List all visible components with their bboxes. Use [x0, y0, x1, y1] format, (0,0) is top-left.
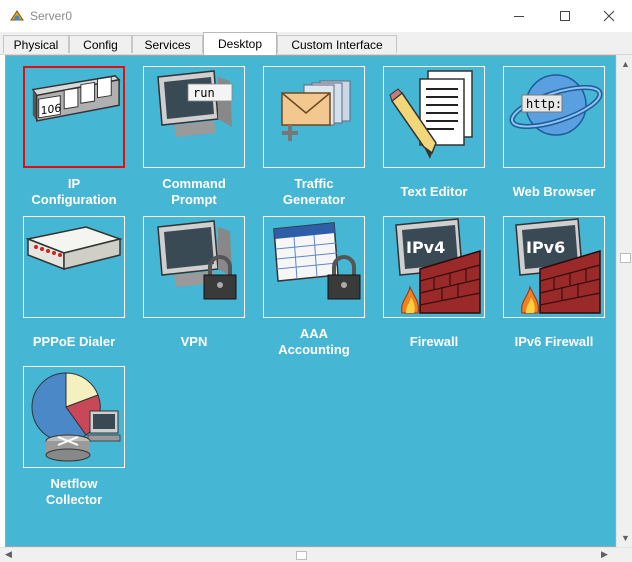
app-web-browser[interactable]: http: Web Browser — [486, 56, 606, 206]
ipv6-firewall-version-text: IPv6 — [526, 238, 565, 257]
minimize-icon — [514, 16, 524, 17]
pppoe-dialer-icon — [25, 226, 123, 271]
app-label: Text Editor — [400, 184, 468, 199]
window-title: Server0 — [30, 9, 73, 23]
app-label: Traffic Generator — [282, 176, 346, 207]
tab-label: Desktop — [217, 37, 263, 51]
app-icon-frame[interactable] — [263, 216, 365, 318]
app-icon-frame[interactable]: run — [143, 66, 245, 168]
horizontal-scroll-thumb[interactable] — [296, 551, 307, 560]
tab-label: Custom Interface — [291, 37, 383, 52]
web-browser-text: http: — [526, 97, 562, 111]
close-icon — [603, 10, 615, 22]
packet-tracer-icon — [10, 10, 24, 21]
app-icon-frame[interactable] — [23, 366, 125, 468]
app-aaa-accounting[interactable]: AAA Accounting — [246, 206, 366, 357]
tab-label: Config — [83, 37, 118, 52]
minimize-button[interactable] — [496, 0, 542, 32]
app-label: VPN — [180, 334, 208, 349]
ip-configuration-icon: 106 — [31, 75, 121, 122]
tab-desktop[interactable]: Desktop — [203, 32, 277, 55]
app-icon-frame[interactable] — [23, 216, 125, 318]
app-netflow-collector[interactable]: Netflow Collector — [6, 356, 126, 507]
app-icon-frame[interactable]: http: — [503, 66, 605, 168]
app-pppoe-dialer[interactable]: PPPoE Dialer — [6, 206, 126, 356]
app-label: AAA Accounting — [278, 326, 350, 357]
app-vpn[interactable]: VPN — [126, 206, 246, 356]
tab-label: Services — [144, 37, 191, 52]
app-firewall[interactable]: IPv4 Firewall — [366, 206, 486, 356]
app-ipv6-firewall[interactable]: IPv6 IPv6 Firewall — [486, 206, 606, 356]
aaa-accounting-icon — [273, 222, 361, 300]
title-bar: Server0 — [0, 0, 632, 32]
app-label: Command Prompt — [162, 176, 226, 207]
app-label: Netflow Collector — [45, 476, 103, 507]
app-icon-frame[interactable]: IPv6 — [503, 216, 605, 318]
web-browser-icon: http: — [509, 74, 603, 136]
desktop-panel: 106 IP Configuration run Command Prompt — [5, 55, 616, 547]
app-label: PPPoE Dialer — [32, 334, 116, 349]
vertical-scroll-thumb[interactable] — [620, 253, 631, 263]
text-editor-icon — [389, 70, 473, 159]
scroll-down-icon[interactable]: ▼ — [621, 533, 630, 543]
app-ip-configuration[interactable]: 106 IP Configuration — [6, 56, 126, 207]
maximize-button[interactable] — [542, 0, 588, 32]
app-label: IPv6 Firewall — [514, 334, 594, 349]
tab-physical[interactable]: Physical — [3, 35, 69, 53]
app-command-prompt[interactable]: run Command Prompt — [126, 56, 246, 207]
app-icon-frame[interactable] — [383, 66, 485, 168]
firewall-icon: IPv4 — [395, 218, 481, 314]
app-traffic-generator[interactable]: Traffic Generator — [246, 56, 366, 207]
app-icon-frame[interactable] — [263, 66, 365, 168]
scroll-up-icon[interactable]: ▲ — [621, 59, 630, 69]
firewall-version-text: IPv4 — [406, 238, 445, 257]
command-prompt-text: run — [193, 86, 215, 100]
tab-custom-interface[interactable]: Custom Interface — [277, 35, 397, 53]
vpn-icon — [157, 220, 237, 300]
tab-services[interactable]: Services — [132, 35, 203, 53]
app-text-editor[interactable]: Text Editor — [366, 56, 486, 206]
command-prompt-icon: run — [157, 70, 233, 137]
tab-config[interactable]: Config — [69, 35, 132, 53]
app-label: Firewall — [409, 334, 459, 349]
scroll-right-icon[interactable]: ▶ — [601, 549, 608, 560]
ipv6-firewall-icon: IPv6 — [515, 218, 601, 314]
scroll-left-icon[interactable]: ◀ — [5, 549, 12, 560]
tab-label: Physical — [13, 37, 59, 52]
traffic-generator-icon — [281, 80, 351, 141]
app-icon-frame[interactable] — [143, 216, 245, 318]
maximize-icon — [560, 11, 570, 21]
app-icon-frame[interactable]: IPv4 — [383, 216, 485, 318]
netflow-collector-icon — [31, 372, 121, 462]
horizontal-scrollbar[interactable]: ◀ ▶ — [0, 547, 632, 562]
app-label: Web Browser — [512, 184, 596, 199]
vertical-scrollbar[interactable]: ▲ ▼ — [616, 55, 632, 547]
app-label: IP Configuration — [31, 176, 117, 207]
app-icon-frame[interactable]: 106 — [23, 66, 125, 168]
tab-bar: Physical Config Services Desktop Custom … — [0, 32, 632, 55]
close-button[interactable] — [586, 0, 632, 32]
